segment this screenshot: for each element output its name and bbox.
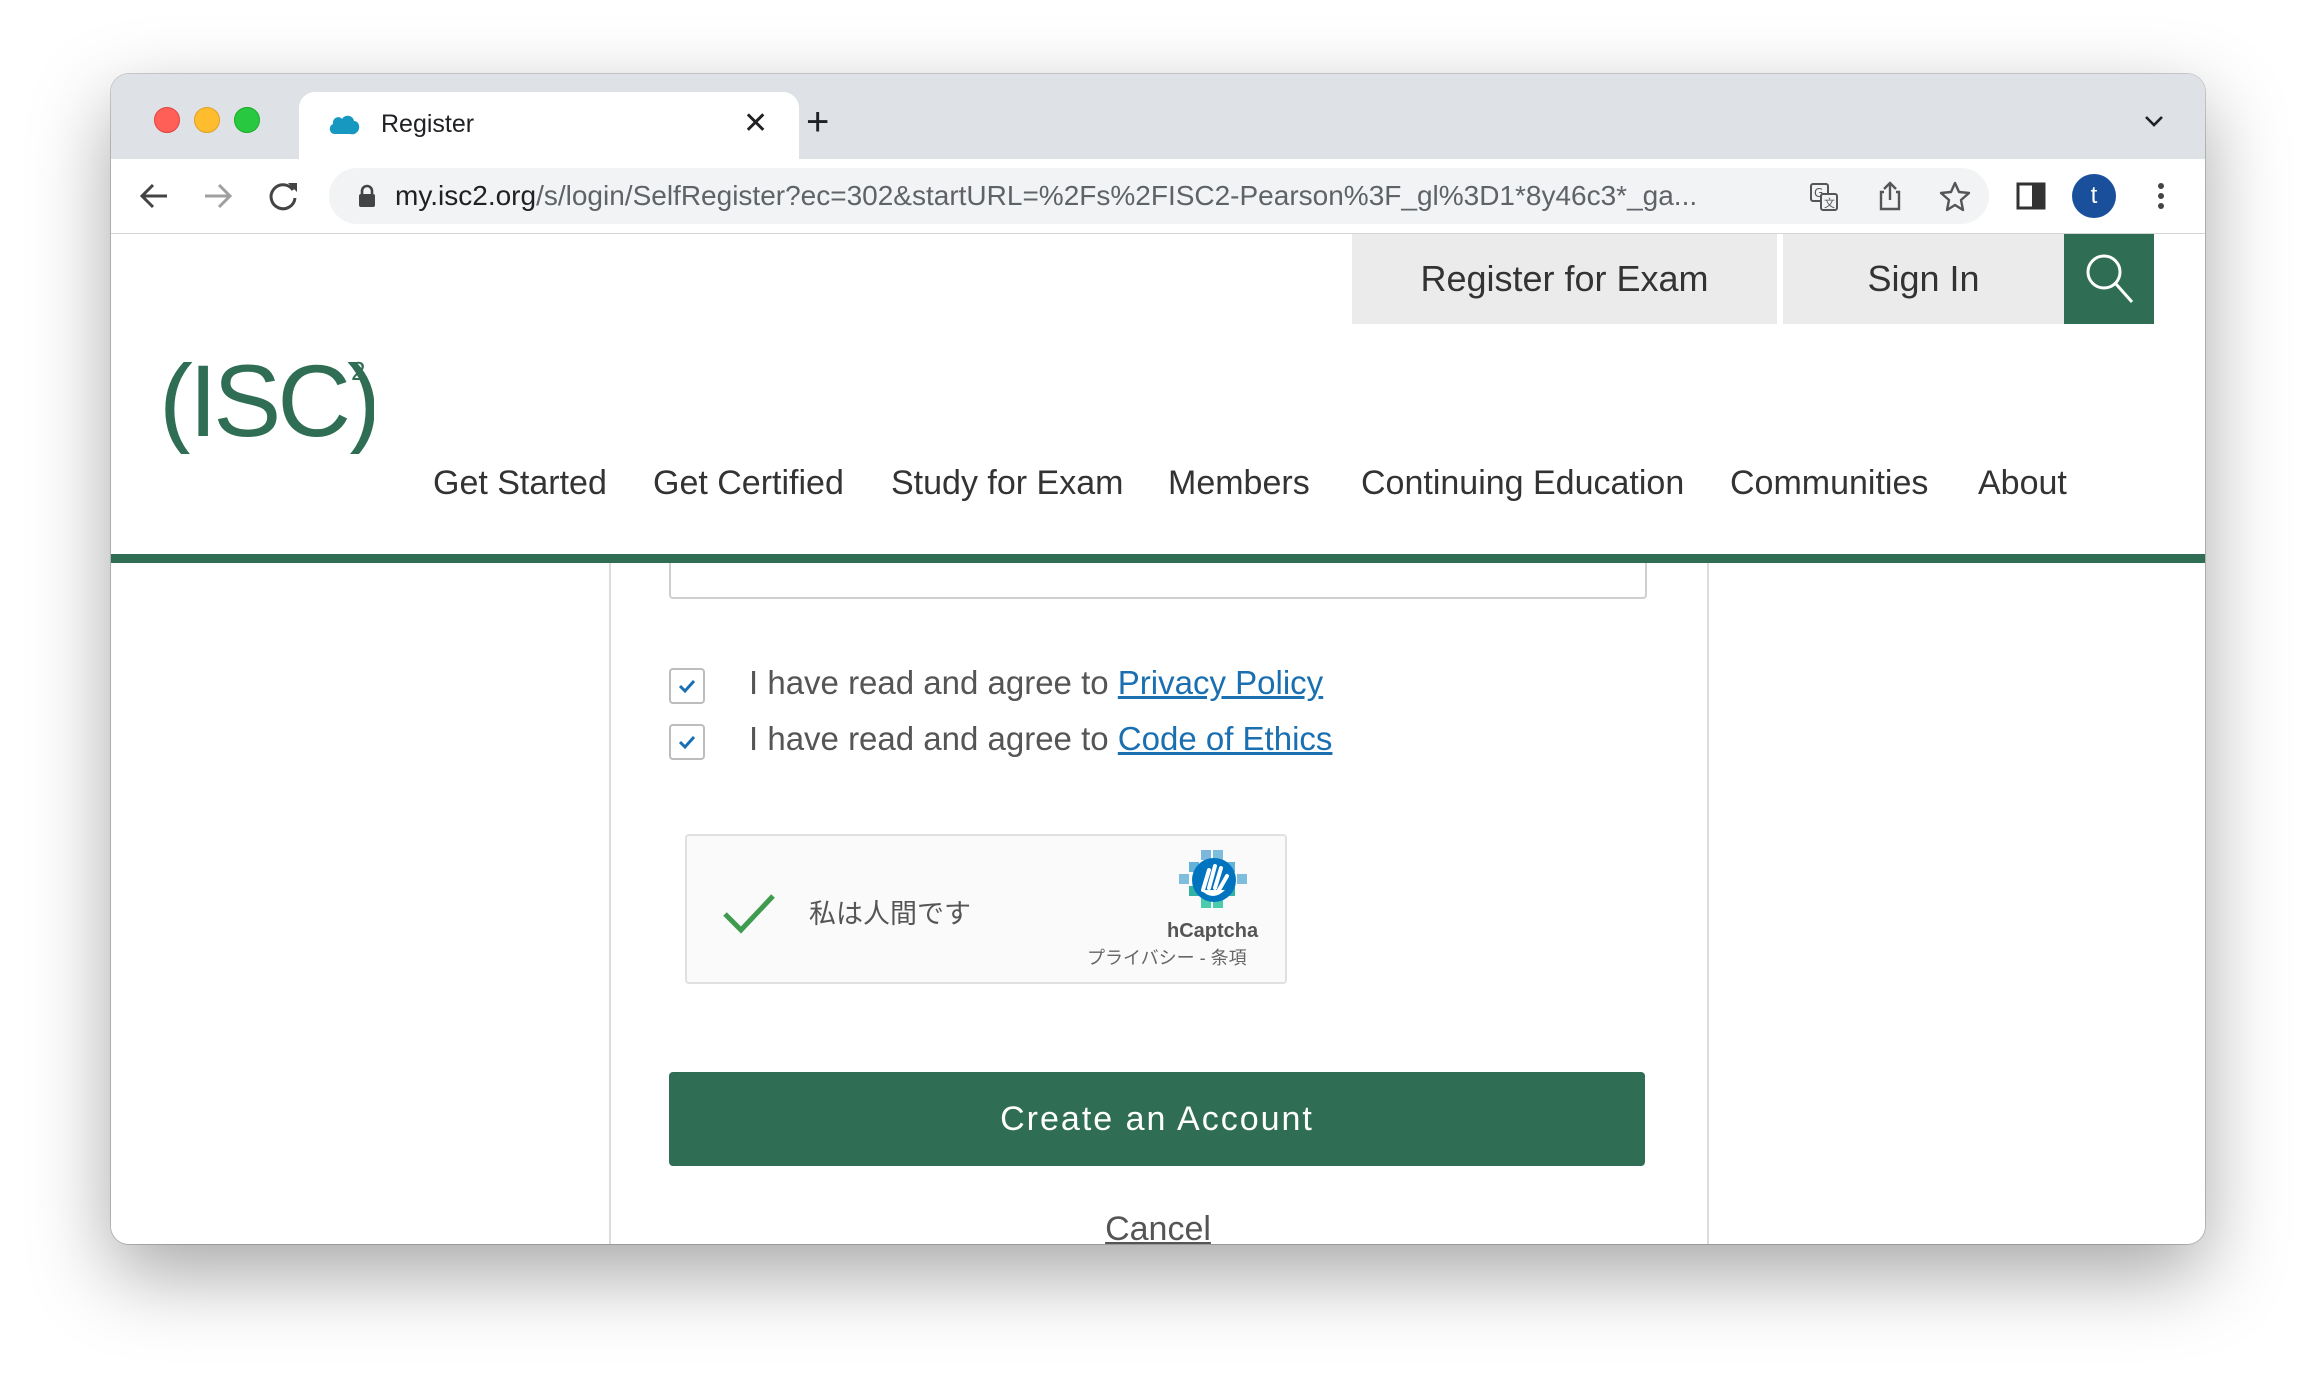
sign-in-button[interactable]: Sign In xyxy=(1783,234,2064,324)
url-host: my.isc2.org xyxy=(395,180,537,211)
privacy-policy-label: I have read and agree to Privacy Policy xyxy=(749,664,1323,702)
captcha-label: 私は人間です xyxy=(809,899,971,929)
forward-arrow-icon[interactable] xyxy=(201,179,235,213)
privacy-policy-link[interactable]: Privacy Policy xyxy=(1118,664,1323,701)
hcaptcha-brand: hCaptcha xyxy=(1167,920,1259,942)
captcha-checkmark-icon[interactable] xyxy=(721,892,777,936)
new-tab-button[interactable]: + xyxy=(806,102,829,142)
close-window-button[interactable] xyxy=(154,107,180,133)
tab-strip: Register ✕ + xyxy=(111,74,2205,159)
nav-about[interactable]: About xyxy=(1978,464,2067,503)
share-icon[interactable] xyxy=(1875,180,1905,212)
svg-text:文: 文 xyxy=(1824,196,1835,210)
close-tab-icon[interactable]: ✕ xyxy=(743,106,768,142)
hcaptcha-widget[interactable]: 私は人間です hCaptcha プライバシー - 条項 xyxy=(685,834,1287,984)
zoom-window-button[interactable] xyxy=(234,107,260,133)
nav-communities[interactable]: Communities xyxy=(1730,464,1928,503)
hcaptcha-logo-icon[interactable] xyxy=(1179,850,1249,916)
back-arrow-icon[interactable] xyxy=(137,179,171,213)
isc2-logo[interactable]: (ISC) 2 xyxy=(159,344,374,454)
bookmark-star-icon[interactable] xyxy=(1939,180,1971,212)
logo-superscript: 2 xyxy=(351,356,365,386)
translate-icon[interactable]: G 文 xyxy=(1809,182,1839,212)
url-path: /s/login/SelfRegister?ec=302&startURL=%2… xyxy=(536,180,1698,211)
nav-get-certified[interactable]: Get Certified xyxy=(653,464,844,503)
agree-text: I have read and agree to xyxy=(749,720,1109,757)
cancel-link[interactable]: Cancel xyxy=(111,1210,2205,1244)
nav-study-for-exam[interactable]: Study for Exam xyxy=(891,464,1123,503)
nav-members[interactable]: Members xyxy=(1168,464,1310,503)
side-panel-icon[interactable] xyxy=(2015,180,2047,212)
page-content: Register for Exam Sign In (ISC) 2 Get St… xyxy=(111,234,2205,1244)
lock-icon[interactable] xyxy=(357,184,377,208)
search-icon xyxy=(2086,254,2134,303)
header-divider xyxy=(111,554,2205,563)
tab-search-chevron-icon[interactable] xyxy=(2143,110,2165,132)
checkmark-icon xyxy=(678,735,696,750)
text-field-bottom[interactable] xyxy=(669,563,1647,599)
privacy-policy-checkbox[interactable] xyxy=(669,668,705,704)
url-text[interactable]: my.isc2.org/s/login/SelfRegister?ec=302&… xyxy=(395,180,1697,212)
salesforce-cloud-icon xyxy=(329,115,360,135)
browser-window: Register ✕ + my.isc2.org/s/login/SelfReg xyxy=(111,74,2205,1244)
checkmark-icon xyxy=(678,679,696,694)
create-account-button[interactable]: Create an Account xyxy=(669,1072,1645,1166)
form-column-border-right xyxy=(1707,563,1709,1244)
site-search-button[interactable] xyxy=(2064,234,2154,324)
minimize-window-button[interactable] xyxy=(194,107,220,133)
tab-register[interactable]: Register ✕ xyxy=(299,92,799,159)
register-for-exam-button[interactable]: Register for Exam xyxy=(1352,234,1777,324)
logo-text: (ISC) xyxy=(159,344,374,454)
code-of-ethics-label: I have read and agree to Code of Ethics xyxy=(749,720,1332,758)
address-bar[interactable]: my.isc2.org/s/login/SelfRegister?ec=302&… xyxy=(329,168,1989,224)
code-of-ethics-link[interactable]: Code of Ethics xyxy=(1118,720,1333,757)
browser-menu-icon[interactable] xyxy=(2153,179,2169,213)
hcaptcha-privacy-terms-links[interactable]: プライバシー - 条項 xyxy=(1087,944,1247,970)
profile-avatar[interactable]: t xyxy=(2072,174,2116,218)
agree-text: I have read and agree to xyxy=(749,664,1109,701)
form-column-border-left xyxy=(609,563,611,1244)
code-of-ethics-checkbox[interactable] xyxy=(669,724,705,760)
nav-get-started[interactable]: Get Started xyxy=(433,464,607,503)
tab-title: Register xyxy=(381,110,475,138)
nav-continuing-education[interactable]: Continuing Education xyxy=(1361,464,1684,503)
browser-toolbar: my.isc2.org/s/login/SelfRegister?ec=302&… xyxy=(111,159,2205,234)
reload-icon[interactable] xyxy=(266,179,300,213)
